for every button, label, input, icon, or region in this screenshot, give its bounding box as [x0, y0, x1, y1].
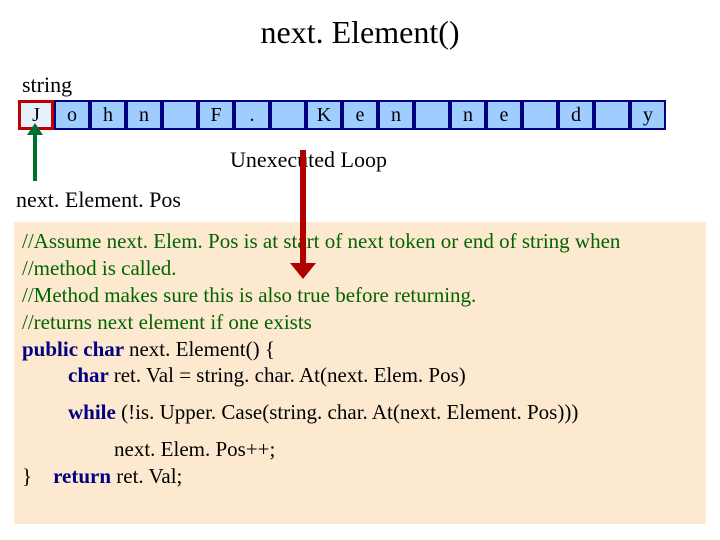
comment-line-2: //method is called. [22, 256, 177, 280]
retval-decl: ret. Val = string. char. At(next. Elem. … [114, 363, 466, 387]
pointer-arrow-icon [33, 133, 37, 181]
cell-17: y [630, 100, 666, 130]
cell-13: e [486, 100, 522, 130]
slide-title: next. Element() [0, 0, 720, 61]
down-arrow-icon [300, 150, 306, 265]
kw-while: while [68, 400, 121, 424]
cell-9: e [342, 100, 378, 130]
comment-line-1: //Assume next. Elem. Pos is at start of … [22, 229, 620, 253]
cell-4 [162, 100, 198, 130]
cell-3: n [126, 100, 162, 130]
while-cond: (!is. Upper. Case(string. char. At(next.… [121, 400, 578, 424]
code-block: //Assume next. Elem. Pos is at start of … [14, 222, 706, 524]
cell-5: F [198, 100, 234, 130]
cell-1: o [54, 100, 90, 130]
return-stmt: ret. Val; [116, 464, 182, 488]
inc-stmt: next. Elem. Pos++; [22, 436, 698, 463]
kw-return: return [53, 464, 116, 488]
next-element-pos-label: next. Element. Pos [16, 187, 181, 213]
comment-line-3: //Method makes sure this is also true be… [22, 283, 476, 307]
cell-8: K [306, 100, 342, 130]
cell-11 [414, 100, 450, 130]
cell-6: . [234, 100, 270, 130]
unexecuted-loop-label: Unexecuted Loop [230, 147, 387, 173]
cell-10: n [378, 100, 414, 130]
cell-2: h [90, 100, 126, 130]
cell-16 [594, 100, 630, 130]
kw-char: char [68, 363, 114, 387]
string-label: string [22, 72, 72, 98]
kw-public-char: public char [22, 337, 129, 361]
cell-15: d [558, 100, 594, 130]
cell-7 [270, 100, 306, 130]
cell-14 [522, 100, 558, 130]
char-array: J o h n F . K e n n e d y [18, 100, 666, 130]
cell-12: n [450, 100, 486, 130]
method-sig: next. Element() { [129, 337, 275, 361]
comment-line-4: //returns next element if one exists [22, 310, 312, 334]
close-brace: } [22, 464, 32, 488]
